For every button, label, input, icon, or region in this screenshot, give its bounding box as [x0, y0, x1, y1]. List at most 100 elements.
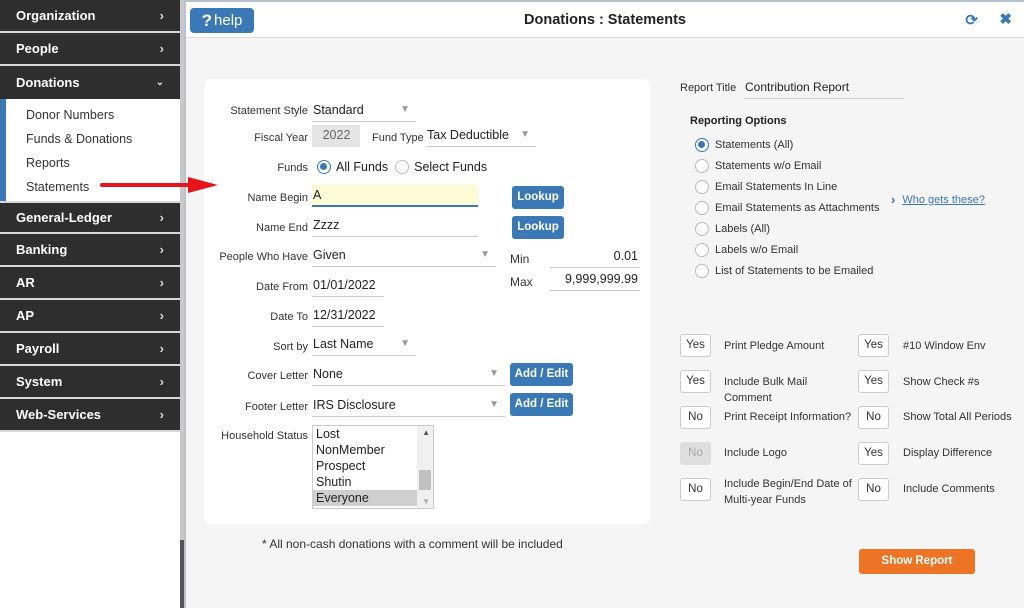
- sidebar-item-banking[interactable]: Banking ›: [0, 234, 180, 267]
- sidebar-item-system[interactable]: System ›: [0, 366, 180, 399]
- sidebar-item-label: Web-Services: [16, 407, 102, 422]
- sidebar-item-ap[interactable]: AP ›: [0, 300, 180, 333]
- sidebar-subitem-funds-donations[interactable]: Funds & Donations: [6, 127, 180, 151]
- radio-button[interactable]: [695, 243, 709, 257]
- radio-select-funds-label: Select Funds: [414, 160, 488, 174]
- name-end-input[interactable]: Zzzz: [312, 215, 478, 237]
- fund-type-select[interactable]: Tax Deductible ▼: [426, 125, 536, 147]
- statements-window: ? help Donations : Statements ⟳ ✖ Statem…: [186, 2, 1024, 608]
- refresh-icon[interactable]: ⟳: [965, 11, 978, 29]
- report-title-input[interactable]: Contribution Report: [744, 77, 904, 99]
- non-cash-note: * All non-cash donations with a comment …: [262, 537, 563, 551]
- radio-all-funds[interactable]: [317, 160, 331, 174]
- fiscal-year-label: Fiscal Year: [254, 132, 308, 144]
- chevron-right-icon: ›: [159, 341, 164, 356]
- include-bulk-mail-label: Include Bulk Mail Comment: [724, 376, 808, 404]
- report-option-labels-no-email[interactable]: Labels w/o Email: [695, 242, 798, 258]
- footer-letter-value: IRS Disclosure: [313, 398, 396, 412]
- print-receipt-info-toggle[interactable]: No: [680, 406, 711, 429]
- who-gets-these-link[interactable]: Who gets these?: [902, 194, 985, 206]
- include-comments-label: Include Comments: [903, 483, 995, 495]
- sidebar-item-people[interactable]: People ›: [0, 33, 180, 66]
- sort-by-select[interactable]: Last Name ▼: [312, 334, 416, 356]
- household-status-listbox[interactable]: Lost NonMember Prospect Shutin Everyone …: [312, 425, 434, 509]
- sidebar-item-donations[interactable]: Donations ⌄: [0, 66, 180, 99]
- statement-form-card: Statement Style Standard ▼ Fiscal Year 2…: [204, 79, 650, 524]
- window-env-label: #10 Window Env: [903, 340, 986, 352]
- show-total-all-periods-toggle[interactable]: No: [858, 406, 889, 429]
- report-option-email-attachments[interactable]: Email Statements as Attachments: [695, 200, 879, 216]
- radio-button[interactable]: [695, 159, 709, 173]
- sidebar-item-web-services[interactable]: Web-Services ›: [0, 399, 180, 432]
- report-option-label: Labels (All): [715, 223, 771, 235]
- show-check-numbers-toggle[interactable]: Yes: [858, 370, 889, 393]
- listbox-option-selected[interactable]: Everyone: [313, 490, 417, 506]
- date-from-input[interactable]: 01/01/2022: [312, 275, 384, 297]
- include-begin-end-date-toggle[interactable]: No: [680, 478, 711, 501]
- people-who-have-select[interactable]: Given ▼: [312, 245, 496, 267]
- close-icon[interactable]: ✖: [999, 10, 1012, 28]
- sidebar-item-ar[interactable]: AR ›: [0, 267, 180, 300]
- statement-style-select[interactable]: Standard ▼: [312, 100, 416, 122]
- report-option-list-emailed[interactable]: List of Statements to be Emailed: [695, 263, 873, 279]
- sidebar-item-organization[interactable]: Organization ›: [0, 0, 180, 33]
- listbox-option[interactable]: Lost: [313, 426, 417, 442]
- include-bulk-mail-toggle[interactable]: Yes: [680, 370, 711, 393]
- sidebar-item-general-ledger[interactable]: General-Ledger ›: [0, 201, 180, 234]
- sidebar-subitem-donor-numbers[interactable]: Donor Numbers: [6, 103, 180, 127]
- people-who-have-label: People Who Have: [219, 251, 308, 263]
- listbox-scrollbar-thumb[interactable]: [419, 470, 431, 490]
- name-begin-lookup-button[interactable]: Lookup: [512, 186, 564, 209]
- chevron-right-icon: ›: [159, 41, 164, 56]
- cover-letter-select[interactable]: None ▼: [312, 364, 505, 386]
- dropdown-arrow-icon: ▼: [480, 249, 490, 260]
- radio-button[interactable]: [695, 180, 709, 194]
- chevron-down-icon: ⌄: [155, 77, 164, 88]
- show-report-button[interactable]: Show Report: [859, 549, 975, 574]
- report-option-statements-no-email[interactable]: Statements w/o Email: [695, 158, 821, 174]
- radio-button[interactable]: [695, 264, 709, 278]
- fund-type-value: Tax Deductible: [427, 128, 509, 142]
- sidebar-item-label: AP: [16, 308, 35, 323]
- chevron-right-icon: ›: [159, 308, 164, 323]
- statement-style-value: Standard: [313, 103, 364, 117]
- listbox-option[interactable]: Shutin: [313, 474, 417, 490]
- sidebar-subitem-reports[interactable]: Reports: [6, 151, 180, 175]
- listbox-option[interactable]: NonMember: [313, 442, 417, 458]
- name-end-lookup-button[interactable]: Lookup: [512, 216, 564, 239]
- report-title-label: Report Title: [680, 82, 737, 94]
- report-option-labels-all[interactable]: Labels (All): [695, 221, 770, 237]
- radio-button[interactable]: [695, 222, 709, 236]
- name-begin-input[interactable]: A: [312, 185, 478, 207]
- report-option-email-inline[interactable]: Email Statements In Line: [695, 179, 837, 195]
- sidebar-item-label: AR: [16, 275, 35, 290]
- sidebar-item-label: System: [16, 374, 63, 389]
- footer-letter-add-edit-button[interactable]: Add / Edit: [510, 393, 573, 416]
- window-env-toggle[interactable]: Yes: [858, 334, 889, 357]
- sidebar-item-label: Organization: [16, 8, 96, 23]
- print-pledge-amount-toggle[interactable]: Yes: [680, 334, 711, 357]
- sidebar-item-payroll[interactable]: Payroll ›: [0, 333, 180, 366]
- display-difference-toggle[interactable]: Yes: [858, 442, 889, 465]
- report-option-label: List of Statements to be Emailed: [715, 265, 874, 277]
- radio-select-funds[interactable]: [395, 160, 410, 174]
- include-logo-toggle: No: [680, 442, 711, 465]
- radio-button[interactable]: [695, 138, 709, 152]
- scroll-up-icon[interactable]: ▲: [422, 428, 430, 437]
- date-to-input[interactable]: 12/31/2022: [312, 305, 384, 327]
- scroll-down-icon[interactable]: ▼: [422, 497, 430, 506]
- footer-letter-select[interactable]: IRS Disclosure ▼: [312, 395, 505, 417]
- max-amount-input[interactable]: 9,999,999.99: [550, 269, 640, 291]
- listbox-option[interactable]: Prospect: [313, 458, 417, 474]
- chevron-right-icon: ›: [891, 192, 896, 207]
- min-amount-input[interactable]: 0.01: [550, 246, 640, 268]
- radio-button[interactable]: [695, 201, 709, 215]
- dropdown-arrow-icon: ▼: [489, 368, 499, 379]
- cover-letter-add-edit-button[interactable]: Add / Edit: [510, 363, 573, 386]
- include-comments-toggle[interactable]: No: [858, 478, 889, 501]
- report-option-statements-all[interactable]: Statements (All): [695, 137, 793, 153]
- funds-radio-group: All Funds Select Funds: [317, 160, 487, 174]
- window-titlebar: ? help Donations : Statements ⟳ ✖: [186, 2, 1024, 38]
- dropdown-arrow-icon: ▼: [489, 399, 499, 410]
- listbox-scrollbar[interactable]: [417, 426, 433, 508]
